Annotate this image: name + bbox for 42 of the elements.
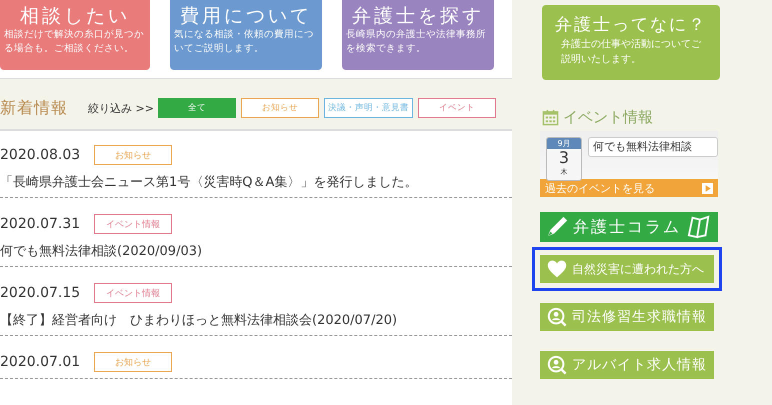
- card-title: 弁護士を探す: [352, 4, 484, 28]
- link-button[interactable]: 自然災害に遭われた方へ: [532, 247, 722, 291]
- filter-button[interactable]: お知らせ: [240, 98, 319, 118]
- column-banner[interactable]: 弁護士コラム: [540, 212, 718, 242]
- card-title: 弁護士ってなに？: [555, 14, 707, 37]
- person-search-icon: [547, 307, 567, 327]
- calendar-icon: [542, 109, 559, 126]
- news-date: 2020.07.31: [0, 216, 80, 232]
- category-tag: イベント情報: [94, 214, 172, 234]
- filter-button[interactable]: 全て: [158, 98, 236, 118]
- news-date: 2020.07.01: [0, 354, 80, 370]
- filter-label: 絞り込み >>: [88, 100, 154, 116]
- category-card[interactable]: 費用について 気になる相談・依頼の費用についてご説明します。: [170, 0, 322, 70]
- book-icon: [686, 215, 712, 239]
- card-title: 相談したい: [20, 4, 130, 28]
- filter-button[interactable]: イベント: [418, 98, 496, 118]
- card-text: 相談だけで解決の糸口が見つかる場合も。ご相談ください。: [4, 28, 145, 56]
- about-card[interactable]: 弁護士ってなに？ 弁護士の仕事や活動についてご説明いたします。: [542, 5, 720, 80]
- section-heading: イベント情報: [563, 108, 653, 127]
- person-search-icon: [547, 355, 567, 375]
- category-tag: お知らせ: [94, 145, 172, 165]
- section-heading: 新着情報: [0, 98, 68, 118]
- category-tag: イベント情報: [94, 283, 172, 303]
- news-link[interactable]: 「長崎県弁護士会ニュース第1号〈災害時Q＆A集〉」を発行しました。: [0, 173, 512, 191]
- event-month: 9月: [547, 138, 581, 149]
- news-date: 2020.08.03: [0, 147, 80, 163]
- category-card[interactable]: 相談したい 相談だけで解決の糸口が見つかる場合も。ご相談ください。: [0, 0, 150, 70]
- event-day: 3: [558, 149, 570, 167]
- card-title: 費用について: [180, 4, 312, 28]
- past-events-link[interactable]: 過去のイベントを見る: [540, 179, 718, 197]
- heart-icon: [547, 259, 567, 279]
- card-text: 気になる相談・依頼の費用についてご説明します。: [174, 28, 315, 56]
- category-tag: お知らせ: [94, 352, 172, 372]
- event-link[interactable]: 何でも無料法律相談: [588, 137, 718, 157]
- play-icon: [702, 182, 713, 194]
- news-link[interactable]: 【終了】経営者向け ひまわりほっと無料法律相談会(2020/07/20): [0, 311, 512, 329]
- news-date: 2020.07.15: [0, 285, 80, 301]
- filter-button[interactable]: 決議・声明・意見書: [324, 98, 413, 118]
- category-card[interactable]: 弁護士を探す 長崎県内の弁護士や法律事務所を検索できます。: [342, 0, 494, 70]
- card-text: 長崎県内の弁護士や法律事務所を検索できます。: [346, 28, 487, 56]
- news-link[interactable]: 何でも無料法律相談(2020/09/03): [0, 242, 512, 260]
- card-text: 弁護士の仕事や活動についてご説明いたします。: [561, 38, 701, 67]
